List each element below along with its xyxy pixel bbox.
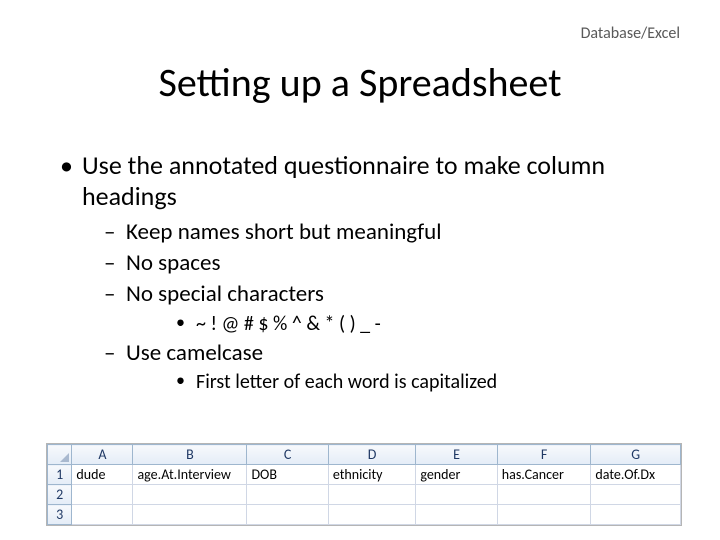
cell-F2[interactable] <box>497 485 591 505</box>
header-tag: Database/Excel <box>581 24 680 43</box>
bullet-sub3-text: No special characters <box>126 280 324 308</box>
bullet-sub2: No spaces <box>82 249 660 278</box>
row-header-1[interactable]: 1 <box>48 465 72 485</box>
cell-E1[interactable]: gender <box>416 465 497 485</box>
cell-F1[interactable]: has.Cancer <box>497 465 591 485</box>
cell-C2[interactable] <box>247 485 328 505</box>
row-header-3[interactable]: 3 <box>48 505 72 525</box>
bullet-sub4a: First letter of each word is capitalized <box>126 369 660 395</box>
cell-C3[interactable] <box>247 505 328 525</box>
cell-E2[interactable] <box>416 485 497 505</box>
cell-D1[interactable]: ethnicity <box>328 465 416 485</box>
cell-D3[interactable] <box>328 505 416 525</box>
col-header-A[interactable]: A <box>72 445 133 465</box>
bullet-sub3: No special characters ~ ! @ # $ % ^ & * … <box>82 280 660 337</box>
row-2: 2 <box>48 485 681 505</box>
col-header-G[interactable]: G <box>591 445 681 465</box>
spreadsheet: A B C D E F G 1 dude age.At.Interview DO… <box>46 443 682 526</box>
col-header-E[interactable]: E <box>416 445 497 465</box>
cell-G3[interactable] <box>591 505 681 525</box>
slide: Database/Excel Setting up a Spreadsheet … <box>0 0 720 540</box>
bullet-sub3a: ~ ! @ # $ % ^ & * ( ) _ - <box>126 311 660 337</box>
col-header-B[interactable]: B <box>133 445 247 465</box>
col-header-D[interactable]: D <box>328 445 416 465</box>
cell-E3[interactable] <box>416 505 497 525</box>
slide-title: Setting up a Spreadsheet <box>0 58 720 107</box>
col-header-F[interactable]: F <box>497 445 591 465</box>
cell-C1[interactable]: DOB <box>247 465 328 485</box>
column-header-row: A B C D E F G <box>48 445 681 465</box>
bullet-sub4-text: Use camelcase <box>126 339 263 367</box>
col-header-C[interactable]: C <box>247 445 328 465</box>
row-header-2[interactable]: 2 <box>48 485 72 505</box>
bullet-sub1: Keep names short but meaningful <box>82 218 660 247</box>
row-3: 3 <box>48 505 681 525</box>
cell-A3[interactable] <box>72 505 133 525</box>
cell-F3[interactable] <box>497 505 591 525</box>
select-all-corner[interactable] <box>48 445 72 465</box>
cell-A2[interactable] <box>72 485 133 505</box>
bullet-main-text: Use the annotated questionnaire to make … <box>82 149 605 212</box>
bullet-main: Use the annotated questionnaire to make … <box>60 150 660 395</box>
cell-G2[interactable] <box>591 485 681 505</box>
row-1: 1 dude age.At.Interview DOB ethnicity ge… <box>48 465 681 485</box>
bullet-sub4: Use camelcase First letter of each word … <box>82 339 660 396</box>
cell-G1[interactable]: date.Of.Dx <box>591 465 681 485</box>
cell-B3[interactable] <box>133 505 247 525</box>
cell-D2[interactable] <box>328 485 416 505</box>
cell-B2[interactable] <box>133 485 247 505</box>
slide-body: Use the annotated questionnaire to make … <box>60 150 660 401</box>
cell-B1[interactable]: age.At.Interview <box>133 465 247 485</box>
spreadsheet-table: A B C D E F G 1 dude age.At.Interview DO… <box>47 444 681 525</box>
cell-A1[interactable]: dude <box>72 465 133 485</box>
